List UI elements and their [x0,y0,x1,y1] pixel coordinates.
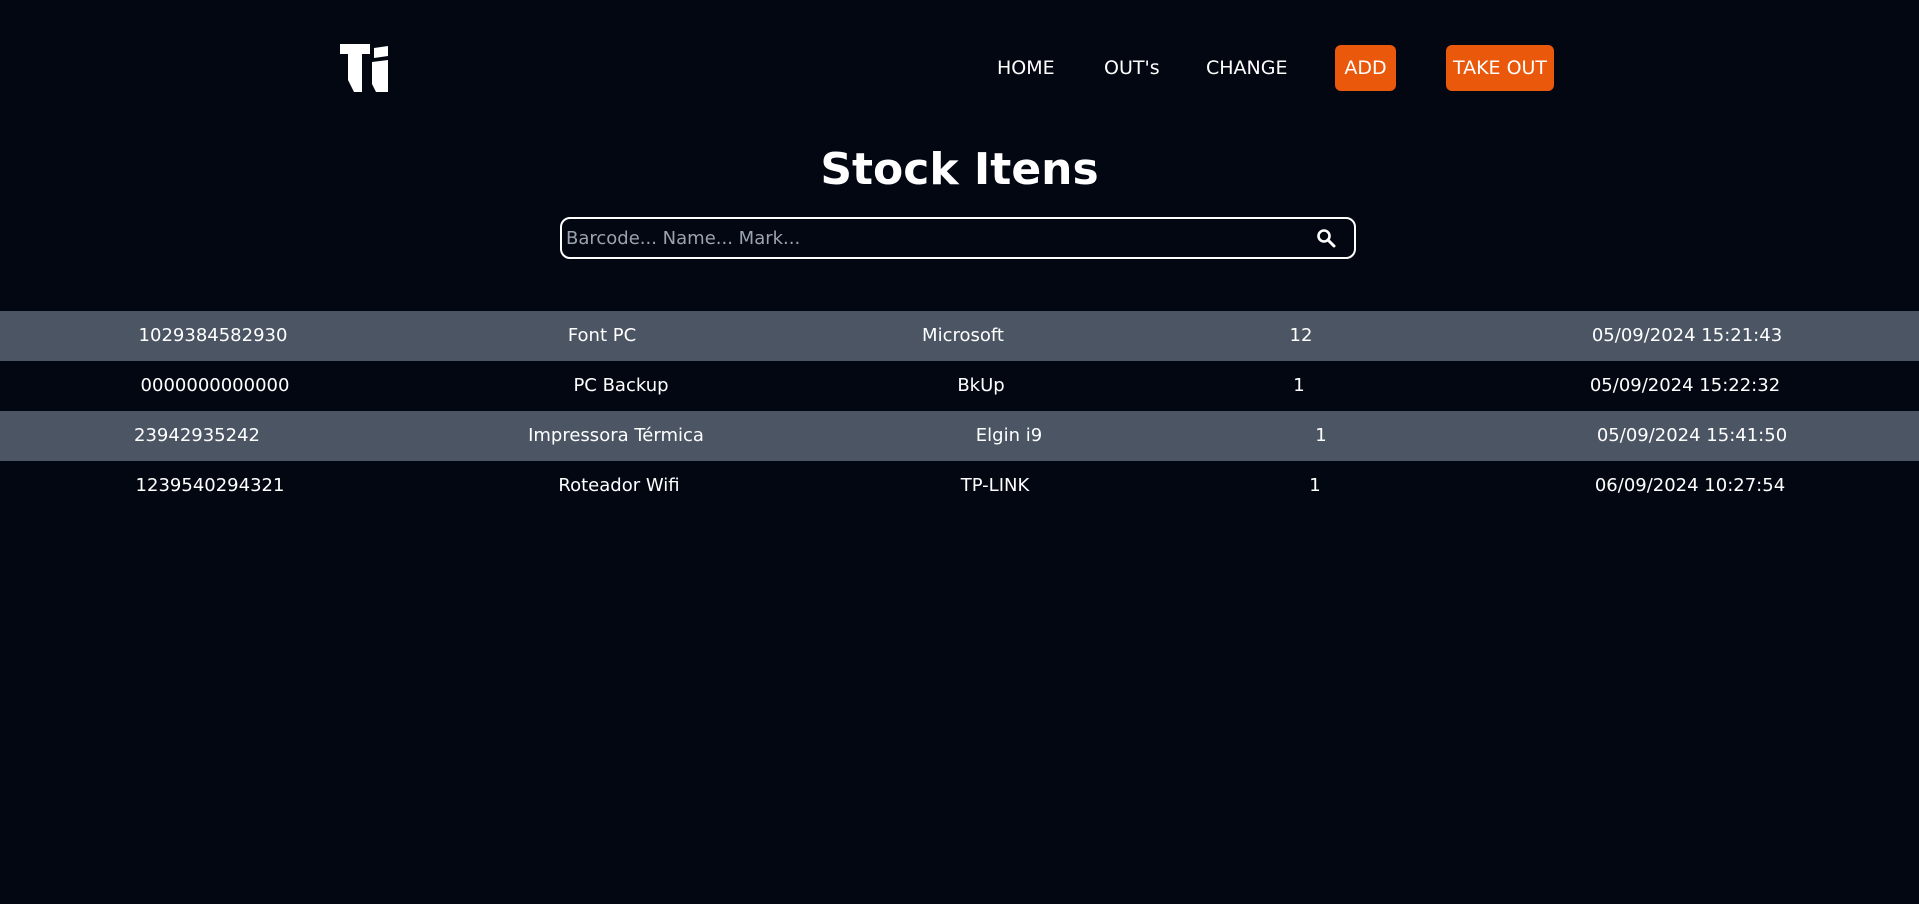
table-row[interactable]: 0000000000000 PC Backup BkUp 1 05/09/202… [0,361,1919,411]
date-cell: 05/09/2024 15:22:32 [1589,375,1781,396]
barcode-cell: 0000000000000 [140,375,290,396]
barcode-cell: 1239540294321 [135,475,285,496]
barcode-cell: 23942935242 [134,425,260,446]
date-cell: 05/09/2024 15:41:50 [1596,425,1788,446]
add-button[interactable]: ADD [1335,45,1396,91]
table-row[interactable]: 1029384582930 Font PC Microsoft 12 05/09… [0,311,1919,361]
nav-outs-link[interactable]: OUT's [1104,45,1160,91]
name-cell: PC Backup [573,375,669,396]
search-icon[interactable] [1316,228,1336,248]
name-cell: Impressora Térmica [528,425,704,446]
date-cell: 06/09/2024 10:27:54 [1594,475,1786,496]
date-cell: 05/09/2024 15:21:43 [1591,325,1783,346]
mark-cell: TP-LINK [960,475,1030,496]
table-row[interactable]: 1239540294321 Roteador Wifi TP-LINK 1 06… [0,461,1919,511]
quantity-cell: 1 [1309,475,1321,496]
quantity-cell: 12 [1289,325,1313,346]
name-cell: Font PC [567,325,637,346]
search-bar [560,217,1356,259]
search-input[interactable] [566,219,1286,257]
main-nav: HOME OUT's CHANGE ADD TAKE OUT [0,45,1919,91]
nav-home-link[interactable]: HOME [997,45,1055,91]
quantity-cell: 1 [1293,375,1305,396]
table-row[interactable]: 23942935242 Impressora Térmica Elgin i9 … [0,411,1919,461]
nav-change-link[interactable]: CHANGE [1206,45,1288,91]
mark-cell: BkUp [957,375,1005,396]
header: HOME OUT's CHANGE ADD TAKE OUT [0,0,1919,140]
mark-cell: Elgin i9 [975,425,1043,446]
quantity-cell: 1 [1315,425,1327,446]
page-title: Stock Itens [820,144,1099,195]
mark-cell: Microsoft [922,325,1004,346]
name-cell: Roteador Wifi [558,475,680,496]
stock-table: 1029384582930 Font PC Microsoft 12 05/09… [0,311,1919,511]
take-out-button[interactable]: TAKE OUT [1446,45,1554,91]
barcode-cell: 1029384582930 [138,325,288,346]
